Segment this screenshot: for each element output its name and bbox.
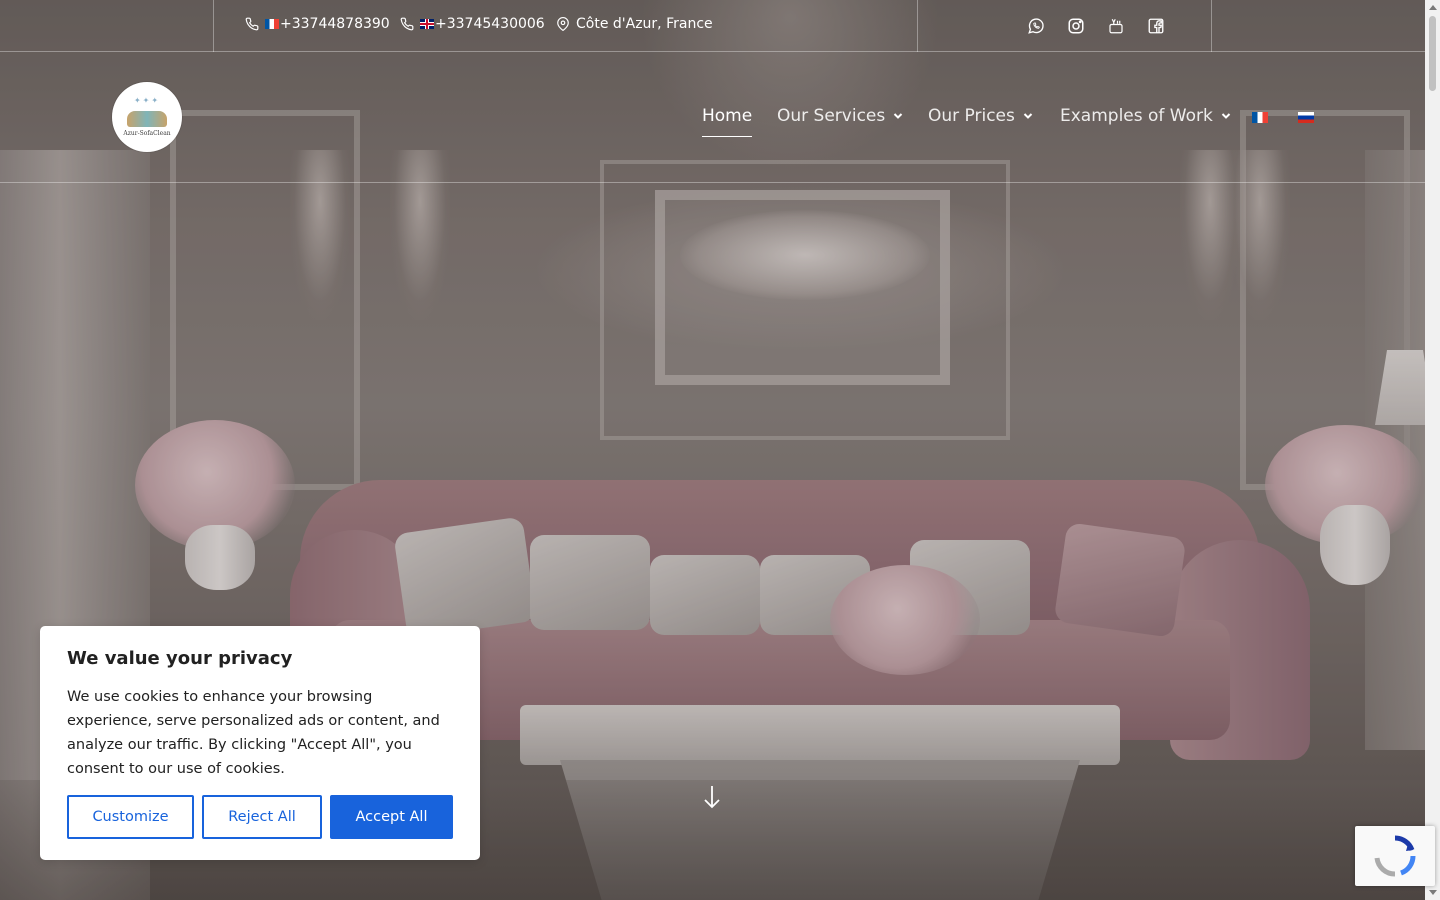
uk-flag-icon	[420, 19, 434, 29]
whatsapp-icon[interactable]	[1027, 17, 1045, 35]
top-bar: +33744878390 +33745430006 Côte d'Azur, F…	[0, 0, 1425, 52]
phone-number-gb: +33745430006	[435, 16, 545, 32]
phone-number-fr: +33744878390	[280, 16, 390, 32]
chevron-down-icon	[894, 113, 903, 119]
accept-all-button[interactable]: Accept All	[330, 795, 453, 839]
instagram-icon[interactable]	[1067, 17, 1085, 35]
recaptcha-icon	[1374, 835, 1416, 877]
customize-button[interactable]: Customize	[67, 795, 194, 839]
cookie-body: We use cookies to enhance your browsing …	[67, 689, 440, 777]
nav-examples-label: Examples of Work	[1060, 106, 1213, 126]
phone-link-gb[interactable]: +33745430006	[400, 16, 545, 32]
phone-icon	[245, 17, 259, 31]
recaptcha-badge[interactable]	[1355, 826, 1435, 886]
nav-home-label: Home	[702, 106, 753, 126]
scroll-down-arrow-icon[interactable]	[702, 784, 722, 810]
france-flag-icon	[265, 19, 279, 29]
facebook-icon[interactable]	[1147, 17, 1165, 35]
nav-home[interactable]: Home	[702, 106, 753, 137]
site-logo[interactable]: ✦✦✦ Azur-SofaClean	[112, 82, 182, 152]
page-scrollbar[interactable]	[1425, 0, 1440, 900]
chevron-down-icon	[1221, 113, 1231, 119]
sofa-icon	[127, 111, 167, 127]
nav-services-label: Our Services	[777, 106, 886, 126]
nav-our-prices[interactable]: Our Prices	[928, 106, 1033, 126]
location-text: Côte d'Azur, France	[576, 16, 713, 32]
logo-text: Azur-SofaClean	[123, 130, 171, 137]
stars-icon: ✦✦✦	[133, 96, 161, 105]
phone-link-fr[interactable]: +33744878390	[245, 16, 390, 32]
reject-all-button[interactable]: Reject All	[202, 795, 322, 839]
cookie-button-row: Customize Reject All Accept All	[67, 795, 453, 839]
nav-examples-of-work[interactable]: Examples of Work	[1060, 106, 1231, 126]
map-pin-icon	[557, 17, 569, 31]
scrollbar-thumb[interactable]	[1429, 16, 1436, 91]
location: Côte d'Azur, France	[556, 16, 713, 32]
site-header: ✦✦✦ Azur-SofaClean Home Our Services Our…	[0, 52, 1425, 183]
scroll-up-icon[interactable]	[1429, 5, 1437, 10]
language-french-flag-icon[interactable]	[1252, 112, 1268, 123]
scroll-down-icon[interactable]	[1429, 890, 1437, 895]
cookie-title: We value your privacy	[67, 648, 293, 669]
chevron-down-icon	[1023, 113, 1033, 119]
language-russian-flag-icon[interactable]	[1298, 112, 1314, 123]
nav-our-services[interactable]: Our Services	[777, 106, 903, 126]
cookie-consent-banner: We value your privacy We use cookies to …	[40, 626, 480, 860]
youtube-icon[interactable]	[1107, 17, 1125, 35]
phone-icon	[400, 17, 414, 31]
nav-prices-label: Our Prices	[928, 106, 1015, 126]
